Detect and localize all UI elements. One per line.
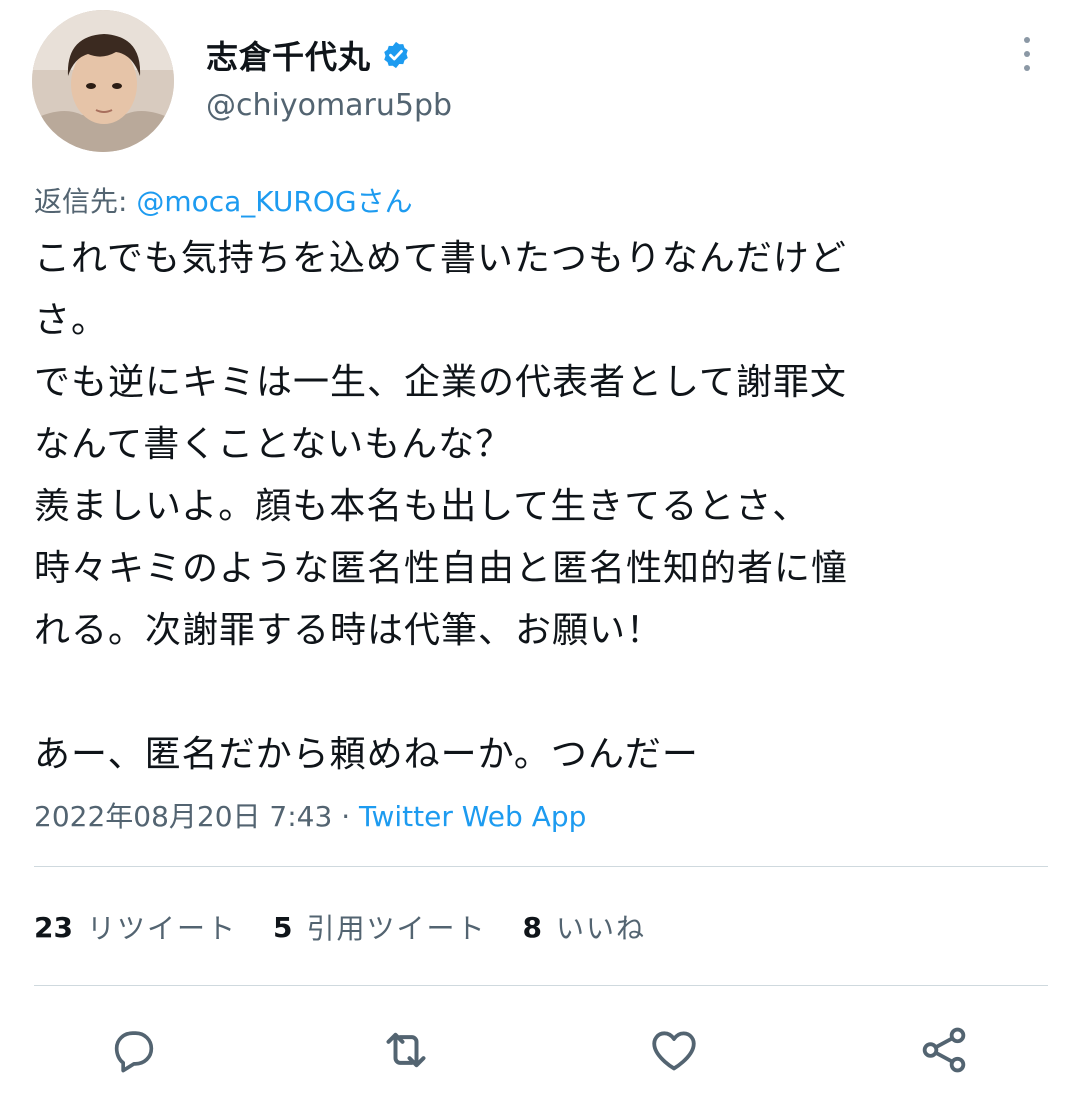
reply-mention-link[interactable]: @moca_KUROGさん [136,185,412,218]
tweet-meta: 2022年08月20日 7:43 · Twitter Web App [34,795,586,835]
engagement-stats: 23 リツイート 5 引用ツイート 8 いいね [34,905,682,949]
reply-button[interactable] [102,1018,166,1082]
author-name-row[interactable]: 志倉千代丸 [206,30,411,80]
replying-to: 返信先: @moca_KUROGさん [34,180,413,220]
user-handle[interactable]: @chiyomaru5pb [206,88,452,123]
quotes-label: 引用ツイート [306,912,487,945]
more-vertical-icon[interactable] [1016,34,1038,74]
likes-stat[interactable]: 8 いいね [522,907,646,947]
quotes-count: 5 [272,910,293,944]
tweet-text: これでも気持ちを込めて書いたつもりなんだけど さ。 でも逆にキミは一生、企業の代… [34,238,849,775]
like-button[interactable] [642,1018,706,1082]
likes-count: 8 [522,910,542,944]
meta-separator: · [332,800,359,833]
likes-label: いいね [555,912,646,945]
heart-icon [652,1031,696,1071]
share-icon [922,1027,966,1073]
reply-icon [114,1031,154,1073]
tweet-source-link[interactable]: Twitter Web App [359,800,586,833]
avatar-image [32,10,174,152]
replying-to-label: 返信先: [34,185,137,218]
display-name[interactable]: 志倉千代丸 [206,32,371,78]
avatar[interactable] [32,10,174,152]
action-bar [0,1018,1080,1082]
quotes-stat[interactable]: 5 引用ツイート [273,907,487,947]
retweets-label: リツイート [86,912,237,945]
retweet-icon [386,1032,426,1068]
retweets-count: 23 [34,910,73,944]
divider-bottom [34,985,1048,986]
retweet-button[interactable] [374,1018,438,1082]
share-button[interactable] [912,1018,976,1082]
retweets-stat[interactable]: 23 リツイート [34,907,237,947]
divider-top [34,866,1048,867]
tweet-timestamp[interactable]: 2022年08月20日 7:43 [34,800,332,833]
verified-badge-icon [384,41,408,69]
